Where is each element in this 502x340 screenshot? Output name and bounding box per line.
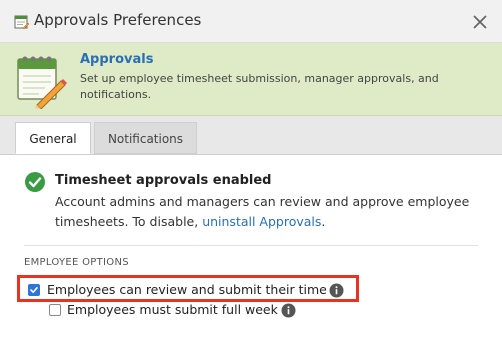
tab-notifications[interactable]: Notifications (94, 122, 197, 154)
close-icon[interactable] (468, 10, 492, 34)
status-description-end: . (321, 214, 326, 229)
status-description: Account admins and managers can review a… (55, 192, 495, 232)
title-bar: Approvals Preferences (0, 0, 502, 43)
employee-options-heading: EMPLOYEE OPTIONS (24, 257, 129, 268)
full-week-checkbox[interactable] (49, 304, 61, 316)
info-icon[interactable] (281, 303, 296, 318)
info-icon[interactable] (329, 283, 344, 298)
dialog-title: Approvals Preferences (34, 11, 202, 29)
review-submit-label[interactable]: Employees can review and submit their ti… (47, 282, 327, 297)
banner-description: Set up employee timesheet submission, ma… (80, 72, 439, 101)
app-banner: Approvals Set up employee timesheet subm… (0, 43, 502, 116)
uninstall-approvals-link[interactable]: uninstall Approvals (202, 214, 321, 229)
calendar-pencil-icon (15, 53, 67, 110)
tab-bar: General Notifications (0, 116, 502, 155)
status-title: Timesheet approvals enabled (55, 173, 272, 188)
full-week-label[interactable]: Employees must submit full week (67, 302, 278, 317)
tab-general[interactable]: General (15, 122, 91, 154)
banner-title: Approvals (80, 52, 154, 67)
section-divider (24, 245, 478, 246)
check-circle-icon (24, 171, 46, 193)
calendar-icon (14, 14, 30, 30)
approvals-preferences-dialog: Approvals Preferences Approvals Set up e… (0, 0, 502, 340)
close-button[interactable] (468, 10, 492, 34)
review-submit-checkbox[interactable] (28, 284, 40, 296)
